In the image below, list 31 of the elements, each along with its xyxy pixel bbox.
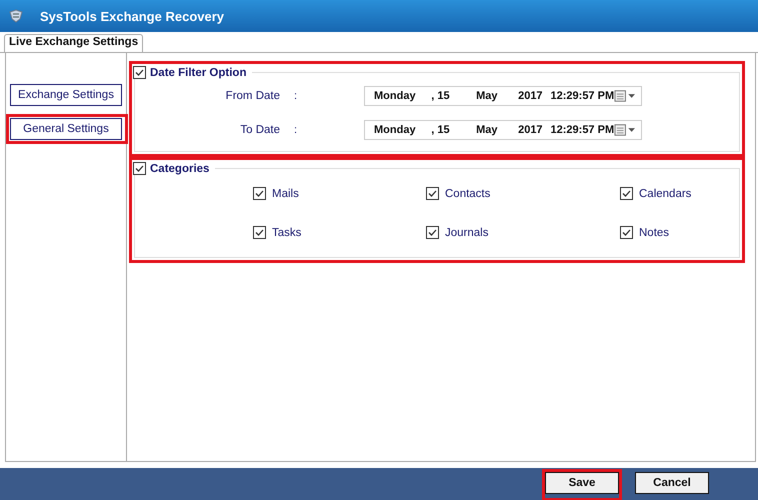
- field-label: To Date: [239, 124, 280, 136]
- group-label: Categories: [150, 162, 210, 174]
- sidebar-button[interactable]: Exchange Settings: [10, 84, 122, 106]
- checkbox-label: Tasks: [272, 226, 302, 238]
- calendar-dropdown-icon[interactable]: [614, 90, 637, 102]
- checkbox[interactable]: [253, 187, 266, 200]
- colon: :: [293, 90, 298, 102]
- checkbox[interactable]: [133, 66, 146, 79]
- checkbox[interactable]: [426, 187, 439, 200]
- checkbox[interactable]: [133, 162, 146, 175]
- checkbox-label: Notes: [639, 226, 670, 238]
- dialog-button[interactable]: Save: [545, 472, 619, 494]
- checkbox[interactable]: [620, 226, 633, 239]
- app-logo-icon: [8, 9, 24, 23]
- colon: :: [293, 124, 298, 136]
- checkbox-label: Calendars: [639, 188, 692, 200]
- checkbox-label: Mails: [272, 188, 299, 200]
- checkbox-label: Contacts: [445, 188, 490, 200]
- date-picker[interactable]: Monday , 15 May 2017 12:29:57 PM: [364, 120, 642, 140]
- field-label: From Date: [224, 90, 280, 102]
- checkbox-label: Journals: [445, 226, 488, 238]
- calendar-dropdown-icon[interactable]: [614, 124, 637, 136]
- date-picker[interactable]: Monday , 15 May 2017 12:29:57 PM: [364, 86, 642, 106]
- dialog-button[interactable]: Cancel: [635, 472, 709, 494]
- tab[interactable]: Live Exchange Settings: [4, 34, 144, 52]
- window-title: SysTools Exchange Recovery: [40, 8, 224, 24]
- checkbox[interactable]: [620, 187, 633, 200]
- sidebar-button[interactable]: General Settings: [10, 118, 122, 140]
- checkbox[interactable]: [253, 226, 266, 239]
- checkbox[interactable]: [426, 226, 439, 239]
- group-label: Date Filter Option: [150, 66, 246, 78]
